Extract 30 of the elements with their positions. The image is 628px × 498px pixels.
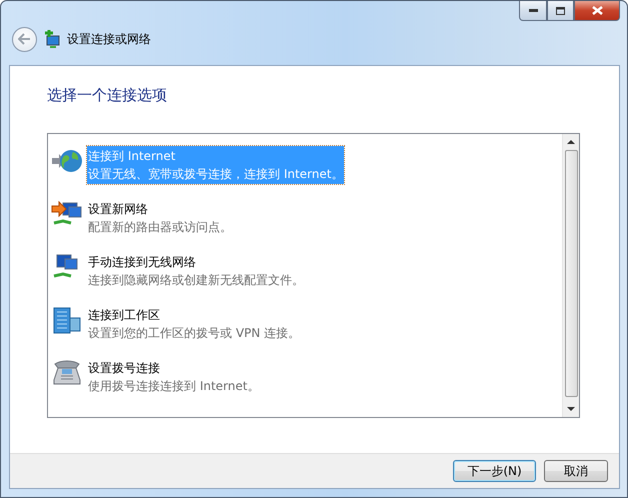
minimize-icon <box>528 9 538 12</box>
option-title: 连接到 Internet <box>88 148 176 165</box>
page-heading: 选择一个连接选项 <box>47 86 168 105</box>
network-add-icon <box>43 30 61 48</box>
cancel-button[interactable]: 取消 <box>544 460 608 482</box>
close-icon <box>592 6 602 15</box>
connection-option[interactable]: 设置新网络 配置新的路由器或访问点。 <box>87 199 233 237</box>
office-building-icon <box>51 305 83 335</box>
minimize-button[interactable] <box>519 1 547 21</box>
option-description: 连接到隐藏网络或创建新无线配置文件。 <box>88 272 304 289</box>
option-description: 设置无线、宽带或拨号连接，连接到 Internet。 <box>88 166 344 183</box>
option-title: 设置新网络 <box>88 201 149 218</box>
scroll-bar[interactable] <box>562 134 579 417</box>
window-title: 设置连接或网络 <box>67 30 151 48</box>
connection-option[interactable]: 连接到工作区 设置到您的工作区的拨号或 VPN 连接。 <box>87 305 302 343</box>
option-description: 设置到您的工作区的拨号或 VPN 连接。 <box>88 325 300 342</box>
option-title: 手动连接到无线网络 <box>88 254 197 271</box>
option-title: 连接到工作区 <box>88 307 161 324</box>
back-arrow-icon <box>18 33 31 45</box>
connection-option[interactable]: 手动连接到无线网络 连接到隐藏网络或创建新无线配置文件。 <box>87 252 305 290</box>
option-description: 配置新的路由器或访问点。 <box>88 219 232 236</box>
next-button[interactable]: 下一步(N) <box>453 460 536 482</box>
maximize-icon <box>556 6 565 14</box>
maximize-button[interactable] <box>547 1 574 21</box>
option-title: 设置拨号连接 <box>88 360 161 377</box>
scroll-thumb[interactable] <box>564 150 578 397</box>
option-description: 使用拨号连接连接到 Internet。 <box>88 378 260 395</box>
close-button[interactable] <box>574 1 620 21</box>
connection-option[interactable]: 设置拨号连接 使用拨号连接连接到 Internet。 <box>87 358 260 396</box>
back-button[interactable] <box>12 26 37 52</box>
